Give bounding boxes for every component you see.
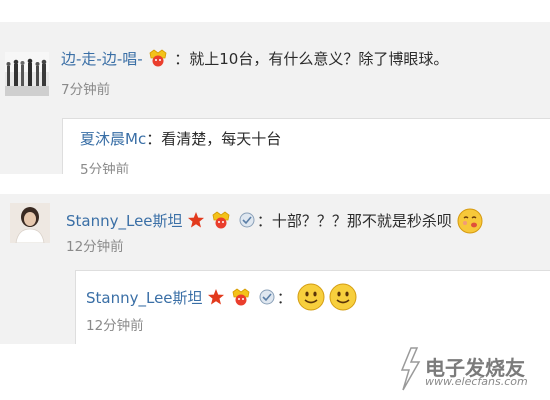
comment-time[interactable]: 12分钟前 — [66, 237, 124, 257]
comment-colon: ： — [256, 212, 272, 230]
kiss-emoji-icon — [457, 208, 483, 239]
vip-badge-icon[interactable] — [147, 49, 169, 72]
reply-author[interactable]: Stanny_Lee斯坦 — [86, 289, 203, 307]
comment-header: 边-走-边-唱- ：就上10台，有什么意义？除了博眼球。 — [61, 49, 448, 72]
reply-header: 夏沐晨Mc：看清楚，每天十台 — [80, 129, 281, 149]
reply-text: 看清楚，每天十台 — [161, 130, 282, 148]
comment-author[interactable]: Stanny_Lee斯坦 — [66, 212, 183, 230]
vip-badge-icon[interactable] — [210, 211, 232, 234]
medal-badge-icon[interactable] — [237, 211, 257, 234]
avatar-photo — [10, 203, 50, 243]
comment-colon: ： — [174, 50, 190, 68]
medal-badge-icon[interactable] — [257, 288, 277, 311]
top-gap — [0, 0, 550, 22]
reply-header: Stanny_Lee斯坦 ： — [86, 283, 357, 316]
watermark: 电子发烧友 www.elecfans.com — [395, 344, 545, 394]
comment-author[interactable]: 边-走-边-唱- — [61, 50, 143, 68]
smile-emoji-icon — [329, 283, 357, 316]
avatar[interactable] — [10, 203, 50, 243]
avatar[interactable] — [5, 52, 49, 96]
comment-text: 就上10台，有什么意义？除了博眼球。 — [189, 50, 449, 68]
comment-time[interactable]: 7分钟前 — [61, 80, 110, 100]
watermark-logo-icon — [400, 347, 421, 391]
separator — [0, 174, 550, 194]
reply-colon: ： — [146, 130, 162, 148]
star-badge-icon[interactable] — [207, 288, 225, 311]
smile-emoji-icon — [297, 283, 325, 316]
reply-time[interactable]: 12分钟前 — [86, 316, 144, 336]
reply-colon: ： — [276, 289, 292, 307]
avatar-photo — [5, 52, 49, 96]
watermark-url: www.elecfans.com — [425, 375, 528, 388]
reply-author[interactable]: 夏沐晨Mc — [80, 130, 146, 148]
star-badge-icon[interactable] — [187, 211, 205, 234]
comment-header: Stanny_Lee斯坦 ：十部？？？那不就是秒杀呗 — [66, 208, 483, 239]
comment-text: 十部？？？那不就是秒杀呗 — [271, 212, 452, 230]
vip-badge-icon[interactable] — [230, 288, 252, 311]
